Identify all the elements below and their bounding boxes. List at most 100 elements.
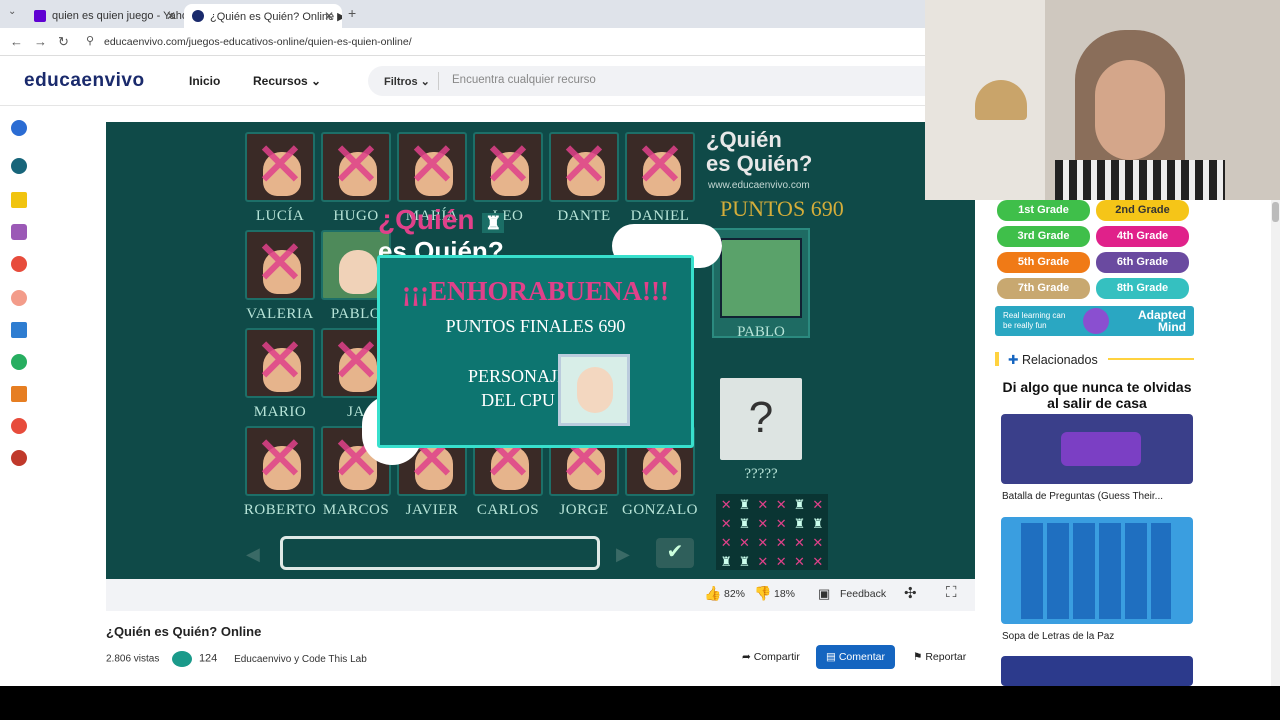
next-arrow-icon[interactable]: ▶ [616,544,630,565]
ad-brand: Adapted Mind [1138,308,1186,334]
chrome-icon[interactable] [11,418,27,434]
ad-banner[interactable]: Real learning can be really fun Adapted … [995,306,1194,336]
home-icon[interactable] [11,120,27,136]
confirm-check-icon[interactable]: ✔ [656,538,694,568]
pencil-icon[interactable] [11,192,27,208]
crossed-out-icon: ✕ [406,131,458,200]
grade-button[interactable]: 1st Grade [997,200,1090,221]
site-logo[interactable]: educaenvivo [24,70,145,92]
character-name: MARCOS [322,502,390,518]
plus-icon: ✚ [1008,353,1022,367]
new-tab-button[interactable]: + [348,5,356,21]
left-rail [0,106,40,686]
reload-icon[interactable]: ↻ [58,34,69,50]
character-card[interactable]: ✕ [321,132,391,202]
related-thumbnail-sopa[interactable] [1001,517,1193,624]
character-card[interactable]: ✕ [245,426,315,496]
view-count: 2.806 vistas [106,653,160,665]
forward-icon[interactable]: → [34,34,47,49]
report-button[interactable]: ⚑ Reportar [903,645,976,669]
tab-list-icon[interactable]: ⌄ [8,6,16,17]
address-bar: ← → ↻ ⚲ educaenvivo.com/juegos-educativo… [0,28,925,56]
feedback-icon[interactable]: ▣ [818,586,830,602]
yahoo-icon [34,10,46,22]
cpu-character-label: PERSONAJE [468,366,569,386]
final-score: PUNTOS FINALES 690 [445,316,626,336]
character-card[interactable]: ✕ [549,132,619,202]
flag-icon: ⚑ [913,651,926,663]
unknown-character-card: ? ????? [712,368,810,482]
crossed-out-icon: ✕ [482,131,534,200]
related-card-title[interactable]: Di algo que nunca te olvidas al salir de… [1001,379,1193,411]
scrollbar[interactable] [1271,200,1280,686]
related-caption[interactable]: Sopa de Letras de la Paz [1002,631,1114,642]
book-icon[interactable] [11,224,27,240]
grade-button[interactable]: 7th Grade [997,278,1090,299]
character-card[interactable]: ✕ [473,132,543,202]
related-thumbnail-next[interactable] [1001,656,1193,686]
grade-button[interactable]: 5th Grade [997,252,1090,273]
divider [438,72,439,90]
filter-dropdown[interactable]: Filtros ⌄ [384,75,430,88]
site-info-icon[interactable]: ⚲ [86,34,94,47]
tab-title: ¿Quién es Quién? Online ▶ El [210,11,342,23]
character-name: MARIO [253,404,307,420]
grade-button[interactable]: 8th Grade [1096,278,1189,299]
recycle-icon[interactable] [11,354,27,370]
thumbs-down-icon[interactable]: 👎 [754,585,771,602]
character-card[interactable]: ✕ [245,328,315,398]
grade-button[interactable]: 3rd Grade [997,226,1090,247]
crossed-out-icon: ✕ [558,131,610,200]
palette-icon[interactable] [11,290,27,306]
character-name: CARLOS [476,502,540,518]
mini-board: ✕ ♜ ✕ ✕ ♜ ✕ ✕ ♜ ✕ ✕ ♜ ♜ ✕ ✕ ✕ ✕ ✕ ✕ ♜ ♜ ✕ ✕ ✕ ✕ [716,494,828,570]
character-card[interactable]: ✕ [245,230,315,300]
search-input[interactable]: Encuentra cualquier recurso [452,74,596,86]
character-name: JAVIER [405,502,459,518]
related-thumbnail-batalla[interactable] [1001,414,1193,484]
board-icon[interactable] [11,386,27,402]
embed-icon[interactable]: ✣ [904,584,917,602]
monster-icon [1083,308,1109,334]
scroll-thumb[interactable] [1272,202,1279,222]
blocks-icon[interactable] [11,322,27,338]
ad-text: Real learning can be really fun [1003,311,1066,330]
batalla-logo-icon [1061,432,1141,466]
close-tab-icon[interactable]: ✕ [166,9,176,23]
nav-recursos[interactable]: Recursos ⌄ [253,74,321,88]
share-button[interactable]: ➦ Compartir [732,645,810,669]
comment-button[interactable]: ▤ Comentar [816,645,895,669]
prev-arrow-icon[interactable]: ◀ [246,544,260,565]
dislike-percent: 18% [774,588,796,600]
authors[interactable]: Educaenvivo y Code This Lab [234,654,367,665]
back-icon[interactable]: ← [10,34,23,49]
search-icon[interactable] [11,158,27,174]
search-bar: Filtros ⌄ Encuentra cualquier recurso [368,66,928,96]
character-name: JORGE [559,502,609,518]
grade-button[interactable]: 6th Grade [1096,252,1189,273]
page-title: ¿Quién es Quién? Online [106,624,262,639]
grade-button[interactable]: 2nd Grade [1096,200,1189,221]
grade-button[interactable]: 4th Grade [1096,226,1189,247]
dialog-title: ¡¡¡ENHORABUENA!!! [402,276,669,306]
avatar[interactable] [172,651,193,667]
nav-inicio[interactable]: Inicio [189,74,220,88]
question-box[interactable] [280,536,600,570]
close-tab-icon[interactable]: ✕ [324,9,334,23]
tab-quien[interactable]: ¿Quién es Quién? Online ▶ El ✕ [184,4,342,28]
character-card[interactable]: ✕ [397,132,467,202]
people-icon[interactable] [11,450,27,466]
fullscreen-icon[interactable]: ⛶ [946,584,957,601]
overlay-logo: ¿Quién ♜ [378,205,505,238]
divider [1108,358,1194,360]
tab-yahoo[interactable]: quien es quien juego - Yahoo S ✕ [26,4,184,28]
character-card[interactable]: ✕ [245,132,315,202]
comment-icon: ▤ [826,651,839,663]
thumbs-up-icon[interactable]: 👍 [704,585,721,602]
related-caption[interactable]: Batalla de Preguntas (Guess Their... [1002,491,1163,502]
character-card[interactable]: ✕ [625,132,695,202]
url-field[interactable]: educaenvivo.com/juegos-educativos-online… [104,36,412,48]
face [1095,60,1165,160]
feedback-button[interactable]: Feedback [840,588,886,600]
magnet-icon[interactable] [11,256,27,272]
